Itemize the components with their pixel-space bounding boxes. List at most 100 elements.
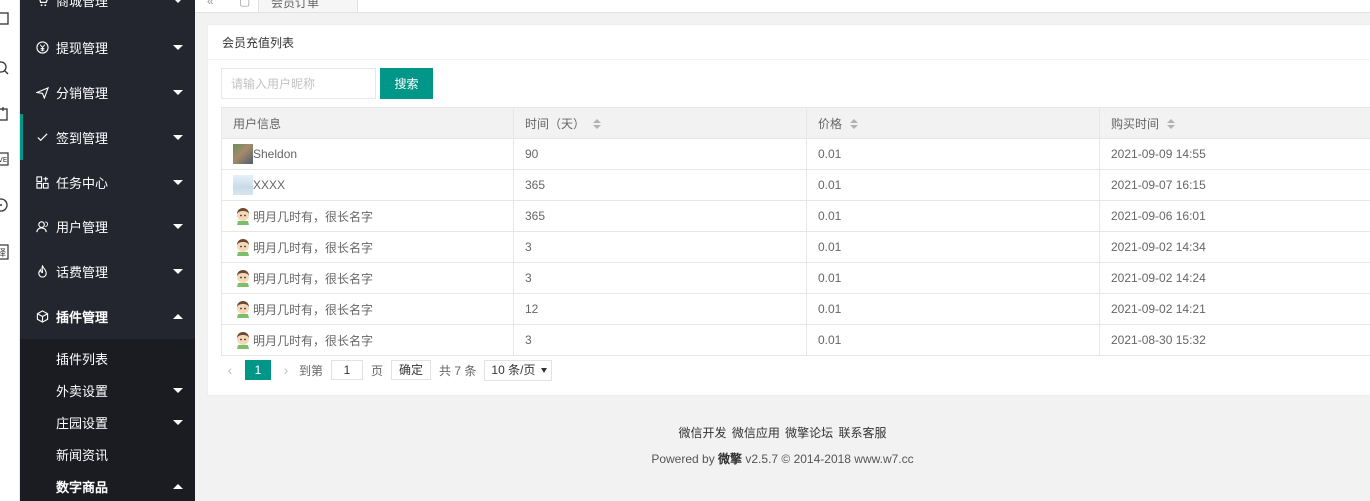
chevron-down-icon <box>173 180 183 185</box>
cell-user: XXXX <box>221 169 514 201</box>
column-header-purchase-time[interactable]: 购买时间 <box>1099 107 1370 139</box>
calendar-icon[interactable] <box>0 106 20 126</box>
footer-link-support[interactable]: 联系客服 <box>839 426 887 440</box>
brand-name[interactable]: 微擎 <box>718 452 742 466</box>
cell-purchase-time: 2021-09-02 14:34 <box>1099 231 1370 263</box>
user-nickname: 明月几时有，很长名字 <box>253 333 374 348</box>
cell-purchase-time: 2021-09-07 16:15 <box>1099 169 1370 201</box>
goto-label: 到第 <box>299 363 324 378</box>
user-nickname: 明月几时有，很长名字 <box>253 302 374 317</box>
next-page-button[interactable]: › <box>277 362 295 378</box>
powered-by: Powered by 微擎 v2.5.7 © 2014-2018 www.w7.… <box>195 450 1370 467</box>
total-count: 共 7 条 <box>439 363 477 378</box>
sidebar-item-checkin[interactable]: 签到管理 <box>20 115 195 160</box>
user-nickname: 明月几时有，很长名字 <box>253 271 374 286</box>
footer-links: 微信开发 微信应用 微擎论坛 联系客服 <box>195 424 1370 441</box>
sort-icon[interactable] <box>593 119 602 130</box>
column-header-label: 时间（天） <box>525 116 586 131</box>
tabs-home-icon[interactable]: ▢ <box>239 0 250 8</box>
icon-strip: VE 译 <box>0 0 20 501</box>
table-row: 明月几时有，很长名字 3 0.01 2021-08-30 15:32 <box>221 324 1370 356</box>
square-icon[interactable] <box>0 11 20 31</box>
cell-user: 明月几时有，很长名字 <box>221 231 514 263</box>
cell-user: 明月几时有，很长名字 <box>221 324 514 356</box>
submenu-item-plugin-list[interactable]: 插件列表 <box>20 342 195 374</box>
cart-icon <box>35 0 49 8</box>
cell-user: 明月几时有，很长名字 <box>221 200 514 232</box>
search-button[interactable]: 搜索 <box>380 68 433 99</box>
cartoon-avatar-icon <box>237 239 249 256</box>
cell-days: 12 <box>513 293 807 325</box>
clock-icon[interactable] <box>0 197 20 217</box>
submenu-item-label: 插件列表 <box>56 351 109 367</box>
cell-days: 365 <box>513 169 807 201</box>
cell-days: 3 <box>513 324 807 356</box>
submenu-item-news[interactable]: 新闻资讯 <box>20 438 195 470</box>
page-size-select[interactable]: 10 条/页 <box>484 359 553 381</box>
pagination: ‹ 1 › 到第 1 页 确定 共 7 条 10 条/页 <box>221 358 553 382</box>
column-header-price[interactable]: 价格 <box>806 107 1100 139</box>
footer-link-forum[interactable]: 微擎论坛 <box>785 426 833 440</box>
tabs-back-icon[interactable]: « <box>207 0 214 8</box>
table-row: 明月几时有，很长名字 365 0.01 2021-09-06 16:01 <box>221 200 1370 232</box>
table-header-row: 用户信息 时间（天） 价格 购买时间 <box>221 107 1370 139</box>
table-row: 明月几时有，很长名字 3 0.01 2021-09-02 14:34 <box>221 231 1370 263</box>
cell-user: Sheldon <box>221 138 514 170</box>
submenu-item-manor[interactable]: 庄园设置 <box>20 406 195 438</box>
chevron-down-icon <box>173 90 183 95</box>
sidebar-item-phone-bill[interactable]: 话费管理 <box>20 249 195 294</box>
caret-down-icon <box>541 367 548 373</box>
sidebar-item-label: 话费管理 <box>56 265 109 280</box>
cartoon-avatar-icon <box>237 301 249 318</box>
sidebar-item-tasks[interactable]: 任务中心 <box>20 160 195 205</box>
footer-link-wechat-apps[interactable]: 微信应用 <box>732 426 780 440</box>
submenu-item-label: 数字商品 <box>56 479 109 495</box>
user-nickname: 明月几时有，很长名字 <box>253 240 374 255</box>
submenu-item-takeout[interactable]: 外卖设置 <box>20 374 195 406</box>
translate-icon[interactable]: 译 <box>0 243 20 263</box>
sidebar-item-label: 签到管理 <box>56 131 109 146</box>
sort-icon[interactable] <box>850 119 859 130</box>
cell-price: 0.01 <box>806 231 1100 263</box>
tab-member-orders[interactable]: 会员订单 <box>258 0 358 12</box>
cube-icon <box>35 310 49 324</box>
vip-icon[interactable]: VE <box>0 151 20 171</box>
footer-link-wechat-dev[interactable]: 微信开发 <box>678 426 726 440</box>
submenu-item-label: 新闻资讯 <box>56 447 109 463</box>
cell-purchase-time: 2021-09-02 14:24 <box>1099 262 1370 294</box>
content-card: 会员充值列表 搜索 用户信息 时间（天） 价格 购买时间 Sheldon900.… <box>207 24 1370 396</box>
search-icon[interactable] <box>0 60 20 80</box>
prev-page-button[interactable]: ‹ <box>221 362 239 378</box>
cell-purchase-time: 2021-09-02 14:21 <box>1099 293 1370 325</box>
flame-icon <box>35 265 49 279</box>
tab-strip: « ▢ 会员订单 <box>195 0 1370 13</box>
submenu-item-digital-goods[interactable]: 数字商品 <box>20 470 195 501</box>
cell-price: 0.01 <box>806 138 1100 170</box>
sort-icon[interactable] <box>1167 119 1176 130</box>
goto-confirm-button[interactable]: 确定 <box>391 360 432 380</box>
sidebar-item-withdraw[interactable]: 提现管理 <box>20 25 195 70</box>
sidebar-item-mall[interactable]: 商城管理 <box>20 0 195 23</box>
sidebar-item-plugins[interactable]: 插件管理 <box>20 294 195 339</box>
goto-page-input[interactable]: 1 <box>331 360 364 380</box>
divider <box>208 59 1370 60</box>
chevron-down-icon <box>173 224 183 229</box>
powered-prefix: Powered by <box>651 452 719 466</box>
cell-purchase-time: 2021-09-06 16:01 <box>1099 200 1370 232</box>
sidebar-item-users[interactable]: 用户管理 <box>20 204 195 249</box>
users-icon <box>35 220 49 234</box>
cartoon-avatar-icon <box>237 332 249 349</box>
check-icon <box>35 131 49 145</box>
search-input[interactable] <box>221 68 376 99</box>
column-header-label: 价格 <box>818 116 843 131</box>
page-1-button[interactable]: 1 <box>245 360 271 380</box>
tasks-icon <box>35 176 49 190</box>
column-header-user: 用户信息 <box>221 107 514 139</box>
cell-purchase-time: 2021-09-09 14:55 <box>1099 138 1370 170</box>
column-header-days[interactable]: 时间（天） <box>513 107 807 139</box>
user-nickname: XXXX <box>253 178 286 192</box>
sidebar: 商城管理 提现管理 分销管理 签到管理 任务中心 用户管理 话费管理 插件管理 … <box>20 0 195 501</box>
sidebar-item-label: 商城管理 <box>56 0 109 9</box>
sidebar-item-label: 分销管理 <box>56 86 109 101</box>
sidebar-item-distribution[interactable]: 分销管理 <box>20 70 195 115</box>
